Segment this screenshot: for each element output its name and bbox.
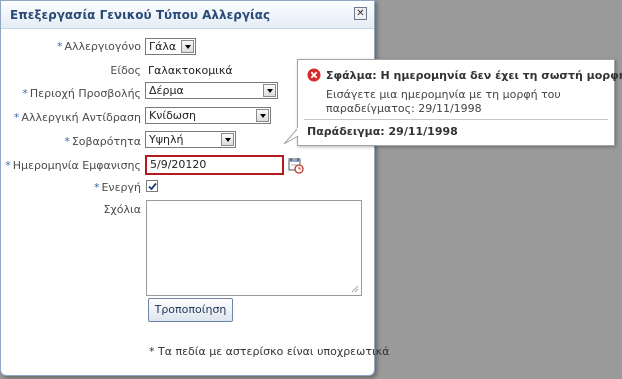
onset-date-label: * Ημερομηνία Εμφανισης [5,159,141,172]
exposure-area-label: * Περιοχή Προσβολής [22,87,141,100]
popup-pointer [283,128,299,145]
chevron-down-icon[interactable] [256,109,269,122]
error-message: Εισάγετε μια ημερομηνία με τη μορφή του … [326,88,561,115]
chevron-down-icon[interactable] [221,133,234,146]
comments-label: Σχόλια [103,203,141,216]
allergen-value: Γάλα [149,40,177,53]
error-popup: Σφάλμα: Η ημερομηνία δεν έχει τη σωστή μ… [297,59,622,146]
edit-allergy-dialog: Επεξεργασία Γενικού Τύπου Αλλεργίας ✕ * Α… [0,0,389,376]
reaction-select[interactable]: Κνίδωση [145,107,271,124]
chevron-down-icon[interactable] [181,40,194,53]
type-label: Είδος [110,64,141,77]
severity-select[interactable]: Υψηλή [145,131,236,148]
update-button[interactable]: Τροποποίηση [148,298,233,322]
error-divider [304,119,608,120]
resize-grip-icon[interactable] [351,285,359,293]
required-fields-footnote: * Τα πεδία με αστερίσκο είναι υποχρεωτικ… [149,345,390,358]
exposure-area-select[interactable]: Δέρμα [145,82,278,99]
check-icon [148,182,157,191]
error-icon [307,68,321,82]
close-icon[interactable]: ✕ [354,7,367,20]
required-marker: * [56,40,63,53]
exposure-area-value: Δέρμα [149,84,184,97]
dialog-title: Επεξεργασία Γενικού Τύπου Αλλεργίας [10,8,271,22]
type-value: Γαλακτοκομικά [148,64,233,77]
onset-date-input[interactable]: 5/9/20120 [145,155,284,175]
allergen-select[interactable]: Γάλα [145,38,196,55]
active-label: * Ενεργή [93,181,141,194]
comments-textarea[interactable] [146,200,362,296]
error-title: Σφάλμα: Η ημερομηνία δεν έχει τη σωστή μ… [326,69,622,82]
error-example: Παράδειγμα: 29/11/1998 [307,125,458,138]
reaction-label: * Αλλεργική Αντίδραση [13,111,141,124]
reaction-value: Κνίδωση [149,109,196,122]
allergen-label: * Αλλεργιογόνο [56,40,141,53]
chevron-down-icon[interactable] [263,84,276,97]
active-checkbox[interactable] [146,180,158,192]
dialog-header: Επεξεργασία Γενικού Τύπου Αλλεργίας ✕ [1,1,374,29]
severity-value: Υψηλή [149,133,184,146]
calendar-icon[interactable] [288,156,304,174]
severity-label: * Σοβαρότητα [64,135,141,148]
